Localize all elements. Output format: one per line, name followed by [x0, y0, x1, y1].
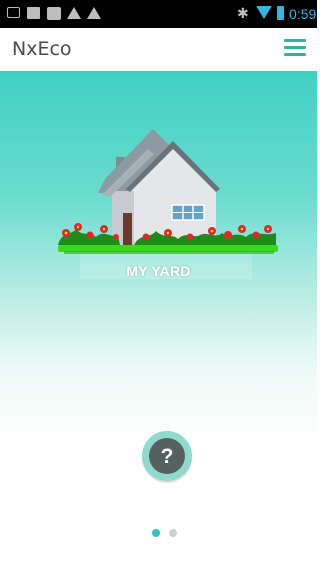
battery-icon	[277, 6, 284, 20]
wifi-icon	[256, 6, 272, 19]
app-bar: NxEco	[0, 28, 317, 71]
yard-label[interactable]: MY YARD	[0, 263, 317, 279]
warning-icon	[67, 7, 81, 19]
page-dot-active[interactable]	[152, 529, 160, 537]
status-bar: ✱ 0:59	[0, 0, 317, 28]
help-question-icon: ?	[161, 445, 174, 468]
app-title: NxEco	[12, 38, 72, 60]
page-dot-inactive[interactable]	[169, 529, 177, 537]
app-notification-icon	[47, 7, 61, 20]
status-time: 0:59	[289, 6, 317, 22]
warning-icon	[87, 7, 101, 19]
hamburger-menu-icon[interactable]	[282, 36, 308, 60]
voicemail-icon	[7, 7, 20, 18]
yard-carousel[interactable]: MY YARD ?	[0, 71, 317, 565]
image-icon	[27, 7, 40, 19]
help-button[interactable]: ?	[140, 430, 194, 484]
bluetooth-icon: ✱	[237, 5, 249, 21]
